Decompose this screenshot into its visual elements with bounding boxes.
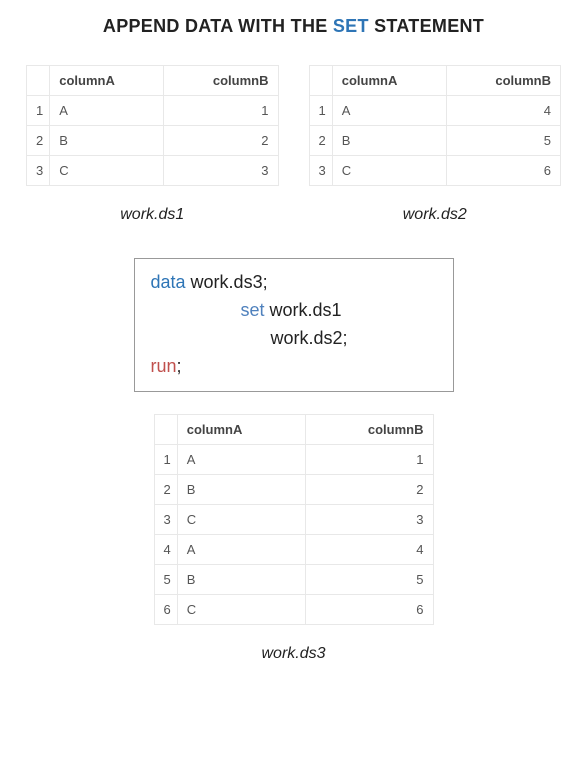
code-block: data work.ds3; set work.ds1 work.ds2; ru…	[134, 258, 454, 392]
table-row: 2 B 2	[27, 126, 279, 156]
rownum-cell: 2	[27, 126, 50, 156]
table-row: 5 B 5	[154, 564, 433, 594]
cell-b: 4	[305, 534, 433, 564]
rownum-cell: 2	[154, 474, 177, 504]
cell-b: 5	[446, 126, 560, 156]
cell-a: C	[332, 156, 446, 186]
table-row: 3 C 3	[154, 504, 433, 534]
code-line: data work.ds3;	[151, 269, 437, 297]
code-line: set work.ds1	[151, 297, 437, 325]
title-keyword: SET	[333, 16, 369, 36]
cell-b: 6	[446, 156, 560, 186]
table-row: 1 A 1	[154, 444, 433, 474]
rownum-header	[154, 414, 177, 444]
rownum-cell: 3	[309, 156, 332, 186]
rownum-cell: 4	[154, 534, 177, 564]
cell-a: C	[177, 504, 305, 534]
table-row: 3 C 6	[309, 156, 561, 186]
cell-a: B	[177, 474, 305, 504]
title-suffix: STATEMENT	[369, 16, 484, 36]
cell-b: 4	[446, 96, 560, 126]
ds1-label: work.ds1	[26, 206, 279, 224]
cell-b: 6	[305, 594, 433, 624]
rownum-header	[309, 66, 332, 96]
cell-a: A	[50, 96, 164, 126]
table-row: 2 B 2	[154, 474, 433, 504]
table-ds3: columnA columnB 1 A 1 2 B 2 3 C 3 4 A	[154, 414, 434, 625]
cell-a: A	[177, 534, 305, 564]
code-text: ;	[177, 356, 182, 376]
code-text: work.ds2;	[271, 328, 348, 348]
title-prefix: APPEND DATA WITH THE	[103, 16, 333, 36]
cell-b: 5	[305, 564, 433, 594]
code-line: run;	[151, 353, 437, 381]
rownum-cell: 5	[154, 564, 177, 594]
cell-a: C	[177, 594, 305, 624]
rownum-cell: 1	[27, 96, 50, 126]
code-line: work.ds2;	[151, 325, 437, 353]
rownum-cell: 1	[309, 96, 332, 126]
col-header-b: columnB	[305, 414, 433, 444]
rownum-cell: 2	[309, 126, 332, 156]
table-row: 1 A 4	[309, 96, 561, 126]
cell-a: C	[50, 156, 164, 186]
cell-b: 2	[305, 474, 433, 504]
col-header-a: columnA	[50, 66, 164, 96]
ds2-label: work.ds2	[309, 206, 562, 224]
cell-b: 1	[305, 444, 433, 474]
table-row: 2 B 5	[309, 126, 561, 156]
table-ds1: columnA columnB 1 A 1 2 B 2 3 C	[26, 65, 279, 186]
rownum-cell: 3	[154, 504, 177, 534]
code-text: work.ds3;	[186, 272, 268, 292]
cell-b: 3	[305, 504, 433, 534]
keyword-data: data	[151, 272, 186, 292]
col-header-a: columnA	[332, 66, 446, 96]
cell-b: 3	[164, 156, 278, 186]
cell-a: B	[177, 564, 305, 594]
table-row: 3 C 3	[27, 156, 279, 186]
keyword-run: run	[151, 356, 177, 376]
rownum-header	[27, 66, 50, 96]
ds3-label: work.ds3	[154, 645, 434, 663]
cell-a: A	[177, 444, 305, 474]
page-title: APPEND DATA WITH THE SET STATEMENT	[12, 16, 575, 37]
cell-b: 1	[164, 96, 278, 126]
keyword-set: set	[241, 300, 265, 320]
code-text: work.ds1	[265, 300, 342, 320]
col-header-b: columnB	[446, 66, 560, 96]
table-ds2: columnA columnB 1 A 4 2 B 5 3 C	[309, 65, 562, 186]
rownum-cell: 6	[154, 594, 177, 624]
col-header-b: columnB	[164, 66, 278, 96]
table-row: 1 A 1	[27, 96, 279, 126]
rownum-cell: 1	[154, 444, 177, 474]
table-row: 6 C 6	[154, 594, 433, 624]
cell-b: 2	[164, 126, 278, 156]
col-header-a: columnA	[177, 414, 305, 444]
table-row: 4 A 4	[154, 534, 433, 564]
cell-a: B	[50, 126, 164, 156]
cell-a: B	[332, 126, 446, 156]
cell-a: A	[332, 96, 446, 126]
rownum-cell: 3	[27, 156, 50, 186]
